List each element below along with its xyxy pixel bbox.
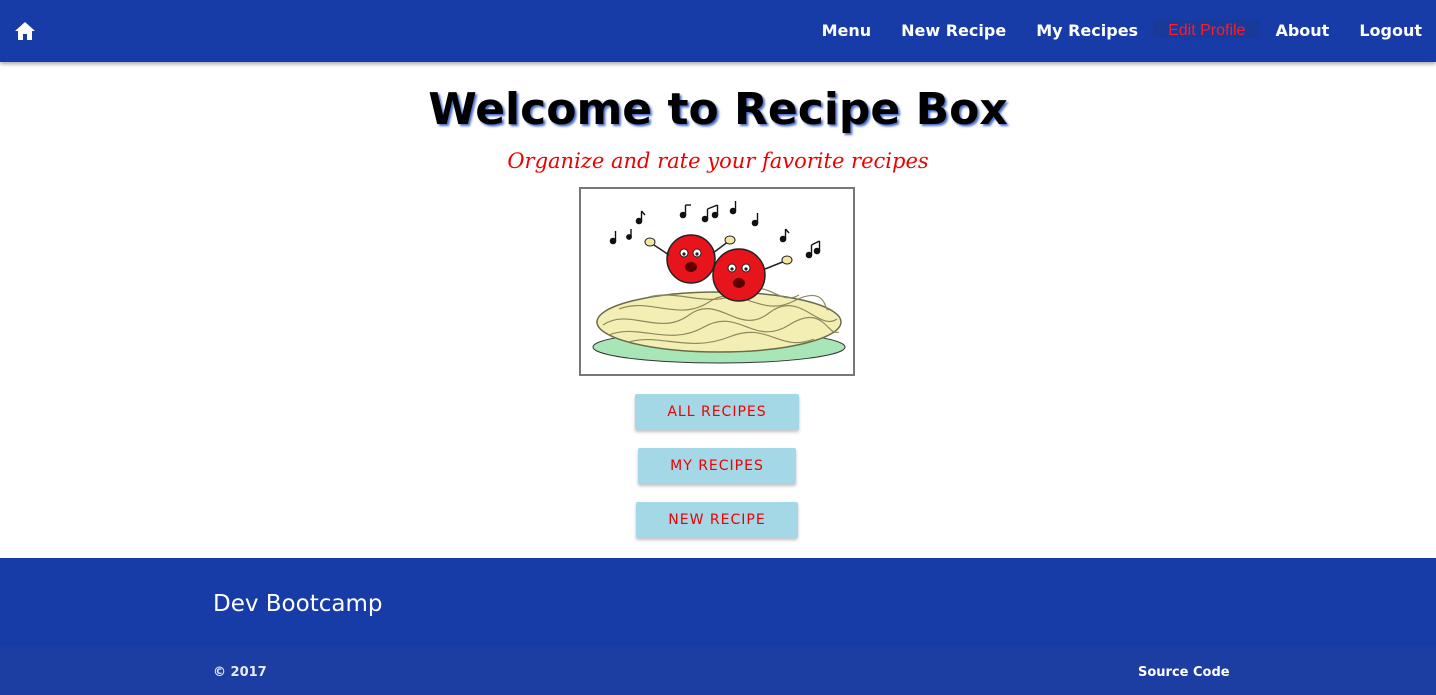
nav-link-edit-profile[interactable]: Edit Profile	[1153, 20, 1261, 39]
nav-links: Menu New Recipe My Recipes Edit Profile …	[807, 0, 1436, 58]
page-subtitle: Organize and rate your favorite recipes	[507, 149, 929, 173]
home-icon[interactable]	[14, 21, 36, 41]
footer-copyright: © 2017	[213, 665, 267, 680]
meatballs-spaghetti-illustration	[592, 201, 846, 364]
nav-link-my-recipes[interactable]: My Recipes	[1021, 20, 1153, 40]
all-recipes-button[interactable]: ALL RECIPES	[635, 394, 799, 430]
page-footer: Dev Bootcamp © 2017 Source Code	[0, 558, 1436, 695]
nav-link-logout[interactable]: Logout	[1344, 20, 1436, 40]
nav-link-menu[interactable]: Menu	[807, 20, 887, 40]
my-recipes-button[interactable]: MY RECIPES	[638, 448, 796, 484]
top-navbar: Menu New Recipe My Recipes Edit Profile …	[0, 0, 1436, 62]
nav-link-about[interactable]: About	[1260, 20, 1344, 40]
footer-brand: Dev Bootcamp	[213, 591, 383, 617]
new-recipe-button[interactable]: NEW RECIPE	[636, 502, 798, 538]
source-code-link[interactable]: Source Code	[1138, 665, 1230, 680]
hero-image	[579, 187, 855, 376]
nav-link-new-recipe[interactable]: New Recipe	[886, 20, 1021, 40]
page-title: Welcome to Recipe Box	[428, 84, 1008, 135]
